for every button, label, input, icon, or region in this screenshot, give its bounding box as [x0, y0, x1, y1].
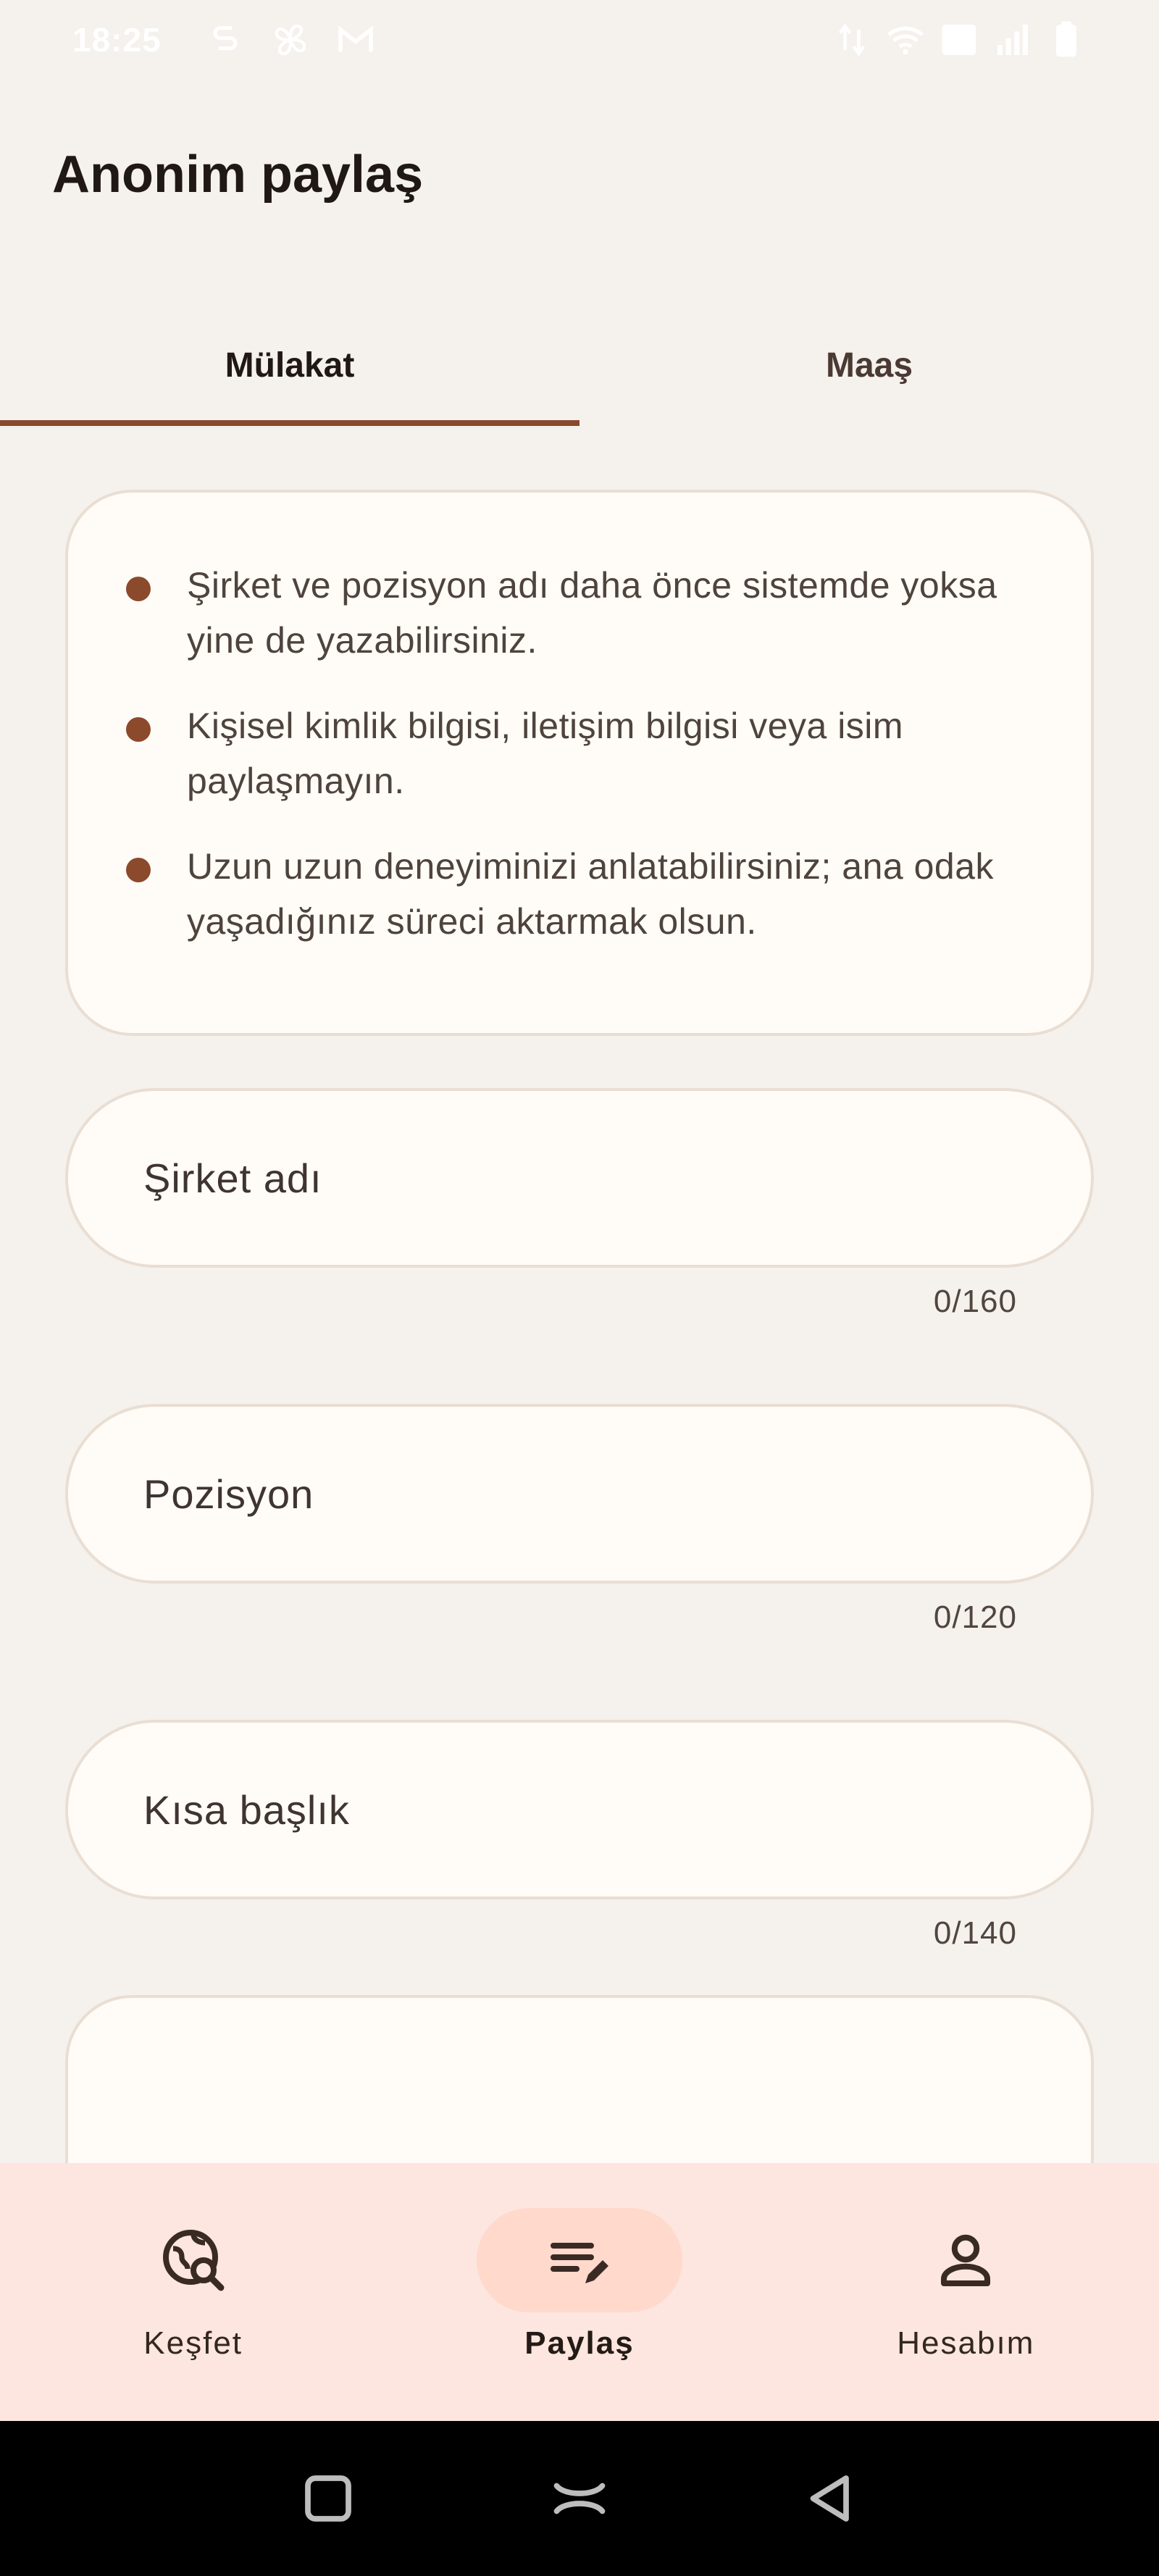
nav-item-kesfet[interactable]: Keşfet — [0, 2163, 386, 2421]
tab-maas[interactable]: Maaş — [580, 304, 1159, 426]
back-button-icon[interactable] — [800, 2468, 861, 2529]
data-arrows-icon — [838, 23, 866, 57]
tab-label: Maaş — [825, 346, 913, 385]
info-item: Şirket ve pozisyon adı daha önce sistemd… — [126, 558, 1033, 668]
bullet-dot — [126, 858, 151, 882]
home-button-icon[interactable] — [549, 2468, 610, 2529]
info-text: Uzun uzun deneyiminizi anlatabilirsiniz;… — [187, 846, 995, 942]
bottom-navigation: Keşfet Paylaş Hesabım — [0, 2163, 1159, 2421]
position-placeholder: Pozisyon — [143, 1471, 314, 1517]
signal-icon — [997, 25, 1028, 55]
bullet-dot — [126, 577, 151, 601]
short-title-field[interactable]: Kısa başlık — [65, 1720, 1094, 1899]
info-text: Şirket ve pozisyon adı daha önce sistemd… — [187, 565, 997, 661]
app-notification-icon — [213, 26, 238, 51]
bullet-dot — [126, 717, 151, 742]
wifi-icon — [887, 26, 924, 55]
nav-item-hesabim[interactable]: Hesabım — [773, 2163, 1159, 2421]
system-navigation-bar — [0, 2421, 1159, 2576]
volte-icon — [942, 25, 976, 55]
active-tab-indicator — [0, 420, 580, 426]
status-system-icons — [832, 20, 1087, 60]
info-item: Uzun uzun deneyiminizi anlatabilirsiniz;… — [126, 839, 1033, 949]
status-time: 18:25 — [72, 21, 162, 59]
nav-icon-container — [863, 2208, 1068, 2312]
page-title: Anonim paylaş — [52, 146, 424, 204]
info-card: Şirket ve pozisyon adı daha önce sistemd… — [65, 490, 1094, 1036]
short-title-counter: 0/140 — [933, 1915, 1017, 1951]
tab-label: Mülakat — [225, 346, 355, 385]
company-name-placeholder: Şirket adı — [143, 1155, 322, 1201]
nav-item-paylas[interactable]: Paylaş — [386, 2163, 772, 2421]
nav-label: Paylaş — [524, 2325, 635, 2361]
gmail-notification-icon — [338, 25, 373, 52]
edit-note-icon — [550, 2243, 608, 2283]
recents-button-icon[interactable] — [298, 2468, 359, 2529]
short-title-placeholder: Kısa başlık — [143, 1786, 350, 1833]
fan-notification-icon — [275, 24, 306, 56]
position-counter: 0/120 — [933, 1599, 1017, 1635]
company-name-counter: 0/160 — [933, 1284, 1017, 1319]
info-text: Kişisel kimlik bilgisi, iletişim bilgisi… — [187, 706, 904, 801]
nav-icon-container — [476, 2208, 682, 2312]
person-icon — [941, 2234, 991, 2286]
battery-icon — [1056, 21, 1076, 57]
tab-bar: Mülakat Maaş — [0, 304, 1159, 426]
status-notification-icons — [205, 20, 376, 60]
explore-search-icon — [162, 2230, 225, 2291]
status-bar: 18:25 — [0, 0, 1159, 80]
nav-icon-container — [91, 2208, 296, 2312]
nav-label: Hesabım — [897, 2325, 1035, 2361]
nav-label: Keşfet — [143, 2325, 243, 2361]
info-item: Kişisel kimlik bilgisi, iletişim bilgisi… — [126, 698, 1033, 808]
tab-mulakat[interactable]: Mülakat — [0, 304, 580, 426]
company-name-field[interactable]: Şirket adı — [65, 1088, 1094, 1268]
position-field[interactable]: Pozisyon — [65, 1404, 1094, 1584]
